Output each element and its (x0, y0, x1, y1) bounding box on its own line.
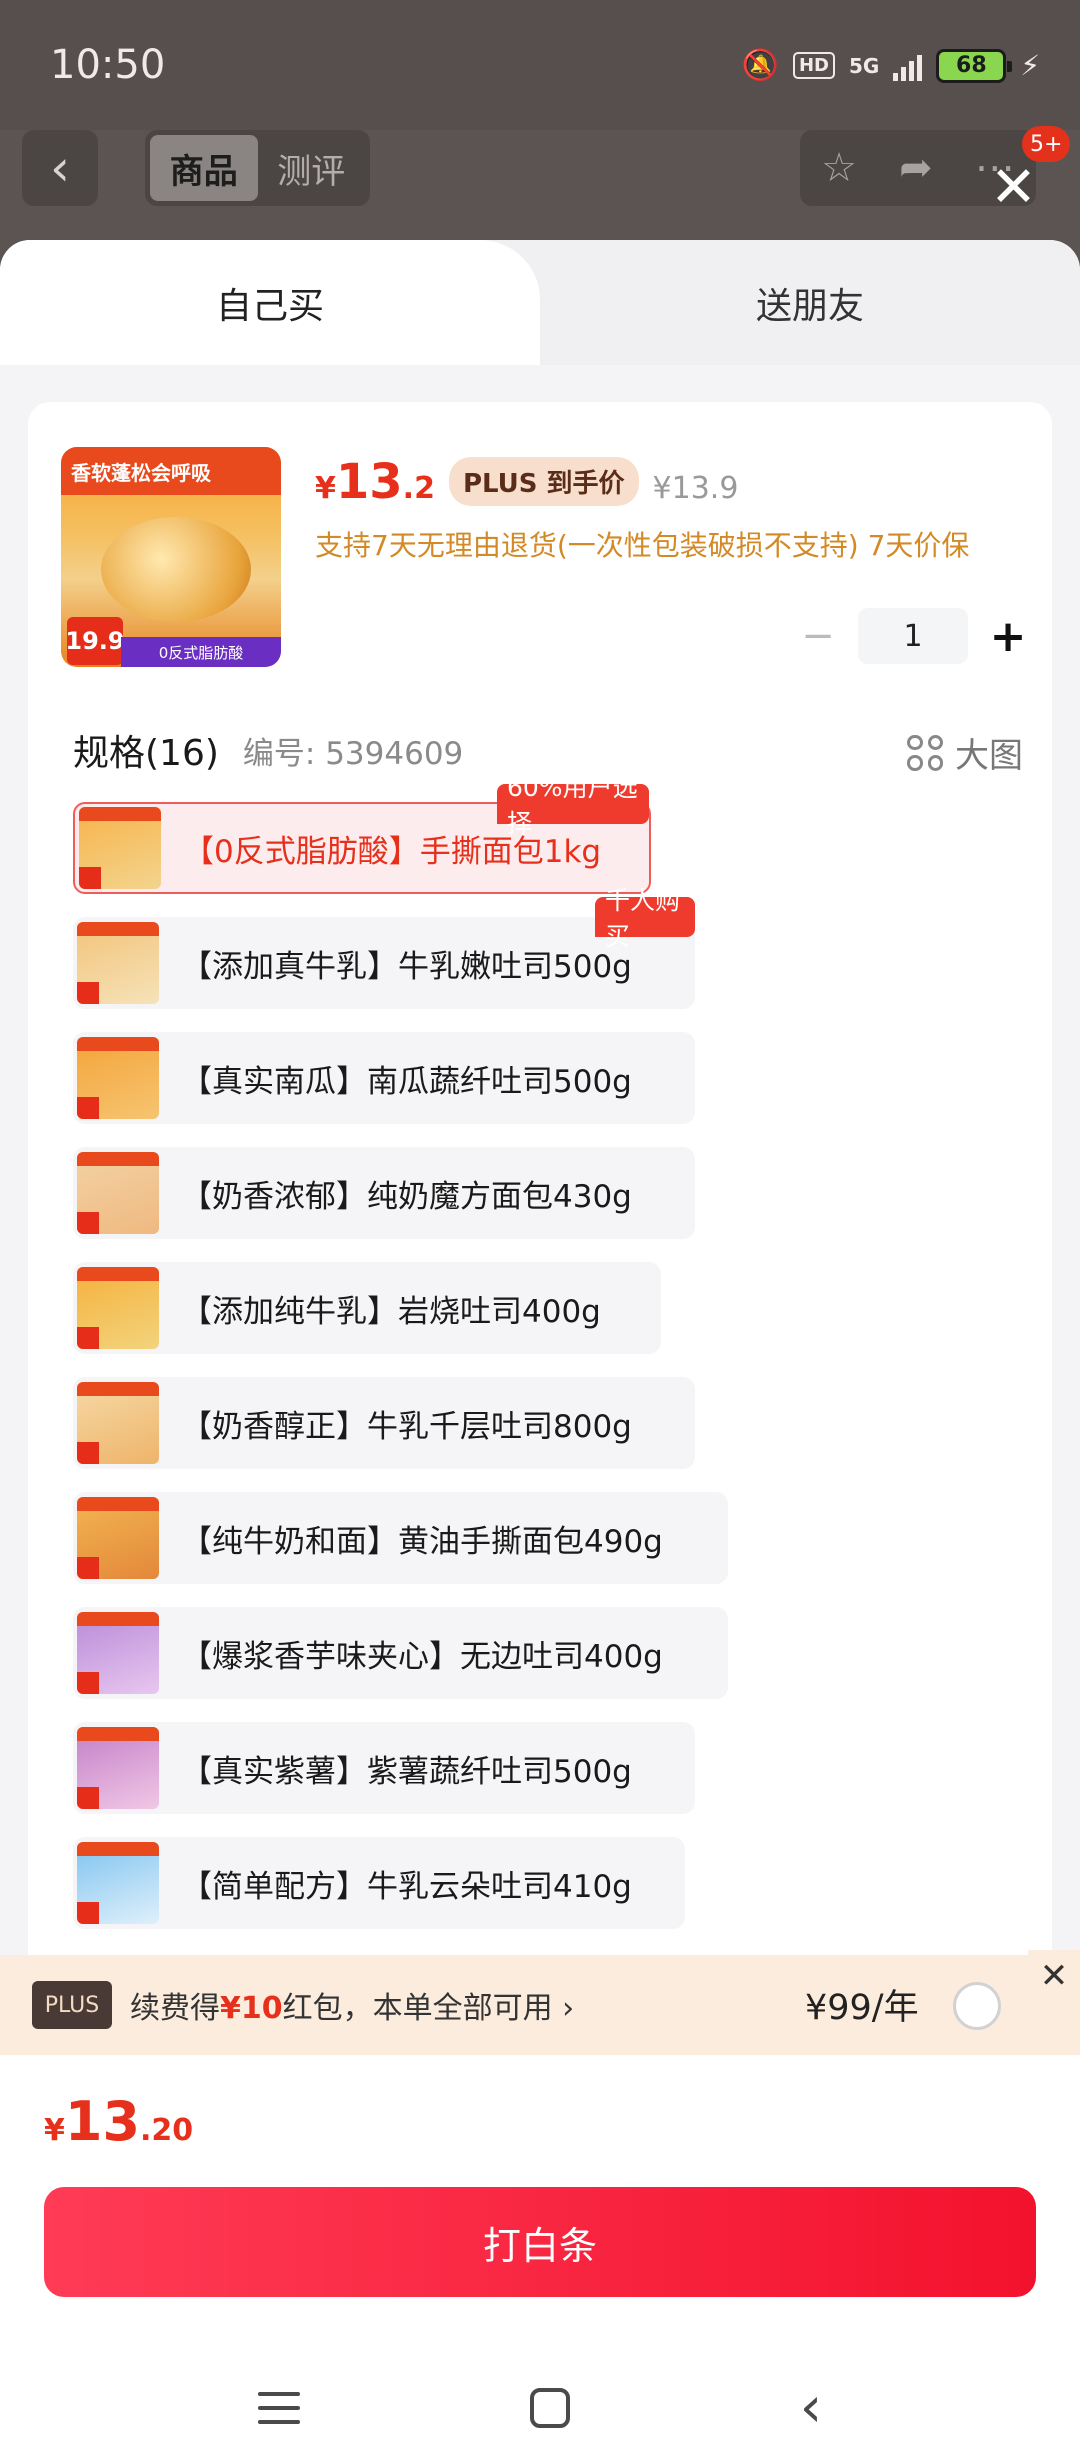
network-label: 5G (848, 53, 880, 78)
tab-review[interactable]: 测评 (258, 135, 366, 201)
signal-icon (893, 51, 923, 81)
menu-icon[interactable] (257, 2391, 300, 2424)
product-code: 编号: 5394609 (242, 735, 464, 772)
back-button[interactable]: ‹ (22, 130, 98, 206)
spec-option[interactable]: 【简单配方】牛乳云朵吐司410g (73, 1837, 685, 1929)
service-guarantee: 支持7天无理由退货(一次性包装破损不支持) 7天价保 (315, 529, 970, 562)
plus-logo: PLUS (32, 1981, 112, 2029)
spec-thumb (77, 1727, 159, 1809)
product-tabs: 商品 测评 (145, 130, 370, 206)
star-icon[interactable]: ☆ (821, 145, 857, 191)
status-icons: 🔕 HD 5G 68 ⚡ (742, 48, 1040, 83)
status-bar: 10:50 🔕 HD 5G 68 ⚡ (0, 0, 1080, 130)
spec-option[interactable]: 【纯牛奶和面】黄油手撕面包490g (73, 1492, 728, 1584)
charging-icon: ⚡ (1020, 49, 1040, 82)
battery-icon: 68 (936, 48, 1013, 83)
spec-tag-badge: 千人购买 (595, 886, 695, 951)
spec-tag-badge: 60%用户选择 (497, 773, 649, 838)
spec-option[interactable]: 【0反式脂肪酸】手撕面包1kg 60%用户选择 (73, 773, 651, 894)
plus-promo-bar[interactable]: PLUS 续费得¥10红包，本单全部可用 › ¥99/年 (0, 1955, 1080, 2055)
pay-button[interactable]: 打白条 (44, 2187, 1036, 2297)
total-price: ¥13.20 (44, 2090, 194, 2153)
buy-mode-tabs: 自己买 送朋友 (0, 240, 1080, 365)
hd-icon: HD (792, 52, 835, 79)
increase-button[interactable]: + (988, 611, 1028, 662)
grid-icon (907, 734, 943, 771)
original-price: ¥13.9 (652, 471, 739, 506)
system-nav-bar: ‹ (0, 2355, 1080, 2460)
spec-title: 规格(16) (73, 733, 219, 774)
product-image[interactable]: 香软蓬松会呼吸 19.9 0反式脂肪酸 (61, 447, 281, 667)
plus-close-icon[interactable]: ✕ (1028, 1950, 1080, 2002)
plus-radio[interactable] (953, 1982, 1001, 2030)
home-icon[interactable] (529, 2387, 570, 2428)
tab-product[interactable]: 商品 (150, 135, 258, 201)
plus-price-tag: PLUS 到手价 (448, 457, 639, 506)
spec-thumb (77, 1612, 159, 1694)
spec-option[interactable]: 【真实紫薯】紫薯蔬纤吐司500g (73, 1722, 695, 1814)
product-card: 香软蓬松会呼吸 19.9 0反式脂肪酸 ¥13.2 PLUS 到手价 ¥13.9… (28, 402, 1052, 2102)
spec-option[interactable]: 【奶香浓郁】纯奶魔方面包430g (73, 1147, 695, 1239)
spec-option[interactable]: 【添加纯牛乳】岩烧吐司400g (73, 1262, 661, 1354)
spec-option[interactable]: 【爆浆香芋味夹心】无边吐司400g (73, 1607, 728, 1699)
chevron-left-icon: ‹ (50, 139, 70, 197)
spec-thumb (77, 1037, 159, 1119)
close-icon[interactable]: ✕ (990, 160, 1037, 216)
back-icon[interactable]: ‹ (800, 2379, 822, 2436)
tab-buy-self[interactable]: 自己买 (0, 240, 540, 365)
share-icon[interactable]: ➦ (899, 145, 933, 191)
spec-thumb (77, 1267, 159, 1349)
product-image-caption: 0反式脂肪酸 (121, 637, 281, 667)
tab-gift-friend[interactable]: 送朋友 (540, 240, 1080, 365)
spec-thumb (77, 1842, 159, 1924)
product-image-price: 19.9 (65, 617, 125, 665)
status-time: 10:50 (50, 42, 166, 88)
spec-thumb (77, 922, 159, 1004)
spec-thumb (77, 1152, 159, 1234)
current-price: ¥13.2 (315, 454, 435, 510)
mute-icon: 🔕 (741, 48, 779, 83)
plus-promo-text: 续费得¥10红包，本单全部可用 › (130, 1991, 575, 2026)
spec-option[interactable]: 【添加真牛乳】牛乳嫩吐司500g 千人购买 (73, 886, 695, 1009)
spec-thumb (77, 1382, 159, 1464)
spec-thumb (77, 1497, 159, 1579)
quantity-input[interactable]: 1 (858, 608, 968, 664)
product-image-title: 香软蓬松会呼吸 (71, 461, 211, 485)
spec-thumb (79, 807, 161, 889)
big-view-button[interactable]: 大图 (907, 728, 1023, 777)
plus-price: ¥99/年 (805, 1988, 919, 2028)
spec-option[interactable]: 【真实南瓜】南瓜蔬纤吐司500g (73, 1032, 695, 1124)
price-row: ¥13.2 PLUS 到手价 ¥13.9 (315, 454, 738, 512)
checkout-footer: ¥13.20 打白条 ‹ (0, 2055, 1080, 2460)
battery-level: 68 (956, 53, 987, 78)
decrease-button[interactable]: − (798, 613, 838, 659)
quantity-stepper: − 1 + (798, 608, 1028, 664)
spec-option[interactable]: 【奶香醇正】牛乳千层吐司800g (73, 1377, 695, 1469)
product-top-nav: ‹ 商品 测评 ☆ ➦ ⋯ 5+ ✕ (0, 126, 1080, 240)
